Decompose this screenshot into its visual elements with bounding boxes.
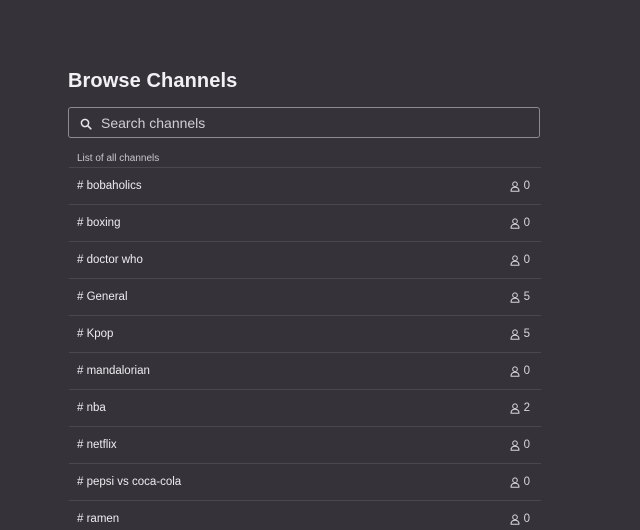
browse-channels-page: Browse Channels List of all channels # b… (0, 0, 640, 530)
channel-row[interactable]: # ramen 0 (69, 501, 541, 530)
member-count: 5 (510, 291, 530, 303)
member-count-value: 5 (523, 328, 530, 340)
channel-name: # Kpop (77, 328, 114, 340)
member-count-value: 0 (523, 476, 530, 488)
member-count-value: 0 (523, 217, 530, 229)
user-icon (510, 365, 520, 377)
channel-row[interactable]: # Kpop 5 (69, 316, 541, 353)
channel-name: # boxing (77, 217, 121, 229)
user-icon (510, 439, 520, 451)
member-count: 0 (510, 476, 530, 488)
member-count-value: 0 (523, 439, 530, 451)
search-icon (80, 117, 92, 130)
member-count: 0 (510, 513, 530, 525)
channel-name: # doctor who (77, 254, 143, 266)
channel-row[interactable]: # doctor who 0 (69, 242, 541, 279)
member-count: 0 (510, 217, 530, 229)
user-icon (510, 402, 520, 414)
search-input[interactable] (101, 114, 521, 131)
user-icon (510, 254, 520, 266)
channel-row[interactable]: # bobaholics 0 (69, 168, 541, 205)
channel-list: # bobaholics 0 # boxing 0 # doctor who 0 # Gen… (69, 167, 541, 530)
channel-name: # mandalorian (77, 365, 150, 377)
member-count-value: 0 (523, 365, 530, 377)
member-count: 5 (510, 328, 530, 340)
user-icon (510, 328, 520, 340)
user-icon (510, 513, 520, 525)
member-count: 0 (510, 439, 530, 451)
channel-name: # General (77, 291, 128, 303)
channel-name: # pepsi vs coca-cola (77, 476, 182, 488)
list-caption: List of all channels (77, 153, 160, 164)
channel-name: # nba (77, 402, 106, 414)
user-icon (510, 217, 520, 229)
member-count-value: 5 (523, 291, 530, 303)
page-title: Browse Channels (68, 70, 238, 92)
search-box[interactable] (68, 107, 540, 138)
member-count-value: 0 (523, 254, 530, 266)
channel-name: # netflix (77, 439, 117, 451)
member-count: 0 (510, 254, 530, 266)
member-count: 2 (510, 402, 530, 414)
member-count: 0 (510, 180, 530, 192)
channel-name: # bobaholics (77, 180, 142, 192)
member-count: 0 (510, 365, 530, 377)
member-count-value: 2 (523, 402, 530, 414)
channel-row[interactable]: # nba 2 (69, 390, 541, 427)
channel-row[interactable]: # boxing 0 (69, 205, 541, 242)
user-icon (510, 180, 520, 192)
channel-row[interactable]: # pepsi vs coca-cola 0 (69, 464, 541, 501)
user-icon (510, 291, 520, 303)
channel-row[interactable]: # netflix 0 (69, 427, 541, 464)
member-count-value: 0 (523, 180, 530, 192)
channel-name: # ramen (77, 513, 120, 525)
channel-row[interactable]: # mandalorian 0 (69, 353, 541, 390)
member-count-value: 0 (523, 513, 530, 525)
channel-row[interactable]: # General 5 (69, 279, 541, 316)
user-icon (510, 476, 520, 488)
